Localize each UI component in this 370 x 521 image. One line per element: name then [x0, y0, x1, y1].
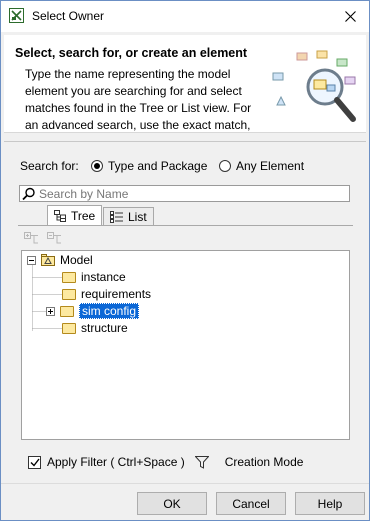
tab-list[interactable]: List — [103, 207, 154, 225]
radio-label: Any Element — [236, 159, 305, 173]
tree-node-label-selected: sim config — [79, 303, 140, 319]
header-banner: Select, search for, or create an element… — [4, 35, 366, 133]
model-package-icon — [41, 254, 55, 266]
close-icon — [344, 11, 356, 22]
window-title: Select Owner — [32, 9, 105, 23]
ok-button[interactable]: OK — [137, 492, 207, 515]
tree-node-instance[interactable]: instance — [62, 269, 126, 285]
list-view-icon — [110, 210, 123, 223]
tree-node-structure[interactable]: structure — [62, 320, 128, 336]
search-placeholder: Search by Name — [39, 187, 129, 201]
search-illustration-icon — [272, 50, 356, 122]
tree-node-label: structure — [81, 321, 128, 335]
tree-node-label: instance — [81, 270, 126, 284]
tree-toolbar — [24, 232, 62, 244]
package-folder-icon — [60, 305, 74, 317]
tab-tree[interactable]: Tree — [47, 205, 103, 226]
header-description: Type the name representing the model ele… — [25, 67, 252, 132]
close-button[interactable] — [331, 1, 369, 32]
tree-node-label: requirements — [81, 287, 152, 301]
search-icon — [22, 187, 35, 201]
collapse-toggle-icon[interactable] — [27, 255, 36, 265]
creation-mode-button[interactable]: Creation Mode — [225, 455, 304, 469]
cancel-button[interactable]: Cancel — [216, 492, 286, 515]
expand-all-icon[interactable] — [24, 232, 39, 244]
package-folder-icon — [62, 288, 76, 300]
title-bar: Select Owner — [1, 1, 369, 32]
search-for-label: Search for: — [20, 159, 79, 173]
radio-label: Type and Package — [108, 159, 208, 173]
expand-toggle-icon[interactable] — [46, 306, 55, 316]
search-input[interactable]: Search by Name — [19, 185, 350, 202]
radio-type-and-package[interactable]: Type and Package — [91, 159, 207, 173]
apply-filter-checkbox[interactable] — [28, 455, 41, 469]
divider — [4, 141, 366, 142]
package-folder-icon — [62, 271, 76, 283]
radio-unselected-icon — [219, 160, 231, 172]
help-button[interactable]: Help — [295, 492, 365, 515]
dialog-window: Select Owner Select, search for, or crea… — [0, 0, 370, 521]
tab-label: Tree — [71, 209, 96, 223]
package-folder-icon — [62, 322, 76, 334]
tree-view-icon — [54, 210, 66, 222]
apply-filter-label: Apply Filter ( Ctrl+Space ) — [47, 455, 185, 469]
radio-selected-icon — [91, 160, 103, 172]
tree-node-label: Model — [60, 253, 93, 267]
element-tree[interactable]: Model instance requirements sim config s… — [21, 250, 350, 440]
checkmark-icon — [30, 458, 40, 467]
tree-node-sim-config[interactable]: sim config — [46, 303, 140, 319]
collapse-all-icon[interactable] — [47, 232, 62, 244]
header-title: Select, search for, or create an element — [15, 46, 248, 60]
tree-node-requirements[interactable]: requirements — [62, 286, 151, 302]
radio-any-element[interactable]: Any Element — [219, 159, 304, 173]
tree-node-model[interactable]: Model — [27, 252, 93, 268]
app-icon — [9, 8, 24, 23]
funnel-icon[interactable] — [194, 455, 209, 469]
filter-row: Apply Filter ( Ctrl+Space ) Creation Mod… — [28, 455, 303, 469]
tab-label: List — [128, 209, 147, 224]
